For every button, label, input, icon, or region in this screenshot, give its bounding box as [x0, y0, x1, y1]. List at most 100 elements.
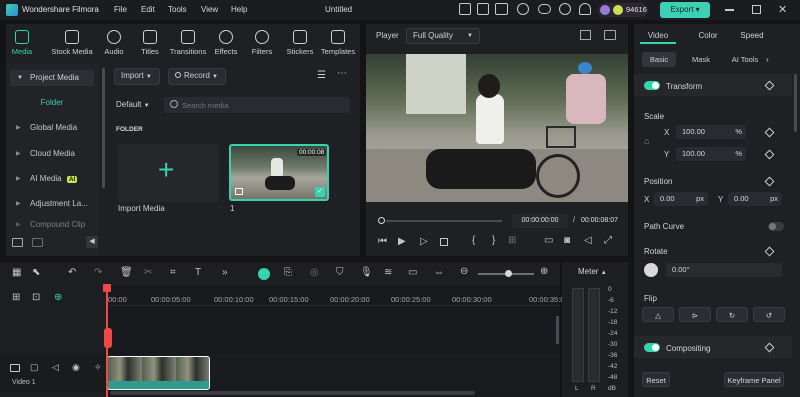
split-icon[interactable]: ✂: [144, 267, 152, 278]
folder-icon[interactable]: [32, 238, 43, 247]
minimize-icon[interactable]: [725, 9, 734, 11]
sidebar-item-project-media[interactable]: ▼ Project Media: [10, 70, 94, 86]
meter-dropdown[interactable]: Meter ▲: [578, 267, 607, 276]
ai-cut-icon[interactable]: [258, 268, 270, 280]
playhead-knob[interactable]: [378, 217, 385, 224]
delete-icon[interactable]: 🗑: [120, 267, 133, 278]
compositing-toggle[interactable]: [644, 343, 660, 352]
audio-mix-icon[interactable]: ≋: [384, 267, 392, 278]
keyframe-diamond-icon[interactable]: [764, 176, 775, 187]
scale-x-field[interactable]: 100.00%: [676, 125, 746, 139]
video-preview[interactable]: [366, 54, 628, 202]
tool-effects[interactable]: Effects: [208, 30, 244, 56]
menu-edit[interactable]: Edit: [141, 5, 155, 14]
export-button[interactable]: Export ▾: [660, 2, 710, 18]
track-magic-icon[interactable]: ✧: [94, 362, 102, 373]
tab-video[interactable]: Video: [640, 28, 676, 44]
filter-icon[interactable]: ☰: [317, 70, 326, 81]
text-icon[interactable]: T: [195, 267, 201, 278]
previous-frame-icon[interactable]: ⏮: [378, 236, 387, 247]
tool-stickers[interactable]: Stickers: [282, 30, 318, 56]
subtitle-icon[interactable]: ▭: [408, 267, 417, 278]
chevron-right-icon[interactable]: ›: [766, 55, 769, 64]
tool-titles[interactable]: Titles: [132, 30, 168, 56]
zoom-slider-handle[interactable]: [505, 270, 513, 277]
tool-filters[interactable]: Filters: [244, 30, 280, 56]
tab-speed[interactable]: Speed: [734, 28, 770, 44]
timeline-vertical-scrollbar[interactable]: [556, 316, 559, 344]
pip-icon[interactable]: ⊞: [508, 235, 516, 246]
crop-icon[interactable]: ⌗: [170, 267, 176, 278]
tool-templates[interactable]: Templates: [318, 30, 358, 56]
import-media-tile[interactable]: +: [118, 144, 219, 202]
close-icon[interactable]: ✕: [778, 3, 787, 16]
rotate-ccw-button[interactable]: ↺: [753, 307, 785, 322]
grid-view-icon[interactable]: [580, 30, 591, 40]
playhead-top-marker[interactable]: [103, 284, 111, 292]
sort-dropdown[interactable]: Default ▼: [116, 98, 160, 113]
speed-icon[interactable]: ◎: [310, 267, 319, 278]
sidebar-item-compound-clip[interactable]: ▶ Compound Clip: [6, 219, 98, 231]
player-progress-track[interactable]: [386, 220, 502, 222]
track-folder-icon[interactable]: ▢: [30, 362, 39, 373]
path-curve-toggle[interactable]: [768, 222, 784, 231]
subtab-mask[interactable]: Mask: [684, 52, 718, 67]
timeline-horizontal-scrollbar[interactable]: [110, 391, 475, 395]
track-eye-icon[interactable]: ◉: [72, 362, 80, 373]
new-folder-icon[interactable]: [12, 238, 23, 247]
maximize-icon[interactable]: [752, 5, 761, 14]
quality-dropdown[interactable]: Full Quality ▼: [406, 28, 480, 44]
menu-file[interactable]: File: [114, 5, 127, 14]
subtab-ai-tools[interactable]: AI Tools: [726, 52, 764, 67]
snapshot-icon[interactable]: ◙: [564, 235, 570, 246]
play-reverse-icon[interactable]: ▶: [398, 236, 406, 247]
tab-color[interactable]: Color: [690, 28, 726, 44]
auto-ripple-icon[interactable]: ⊕: [54, 292, 62, 303]
playhead-handle[interactable]: [104, 328, 112, 348]
zoom-in-icon[interactable]: ⊕: [540, 266, 548, 277]
transform-toggle[interactable]: [644, 81, 660, 90]
tool-stock-media[interactable]: Stock Media: [50, 30, 94, 56]
fullscreen-icon[interactable]: ⤢: [604, 235, 612, 246]
layout-grid-icon[interactable]: ▦: [12, 267, 21, 278]
inspector-scrollbar[interactable]: [794, 74, 797, 132]
subtab-basic[interactable]: Basic: [642, 52, 676, 67]
gift-icon[interactable]: [477, 3, 489, 15]
tool-audio[interactable]: Audio: [96, 30, 132, 56]
media-clip-thumbnail[interactable]: 00:00:08 ✓: [229, 144, 329, 201]
layout-icon[interactable]: [495, 3, 508, 15]
reset-button[interactable]: Reset: [642, 372, 670, 387]
notification-icon[interactable]: [579, 3, 591, 15]
redo-icon[interactable]: ↷: [94, 267, 102, 278]
select-tool-icon[interactable]: ⬉: [32, 267, 40, 278]
menu-view[interactable]: View: [201, 5, 218, 14]
add-track-icon[interactable]: ⊞: [12, 292, 20, 303]
upload-icon[interactable]: [459, 3, 471, 15]
position-x-field[interactable]: 0.00 px: [654, 192, 708, 206]
render-icon[interactable]: ⎘: [284, 267, 292, 278]
marker-icon[interactable]: ⛉: [336, 267, 344, 278]
cloud-icon[interactable]: [538, 4, 551, 14]
volume-icon[interactable]: ◁: [584, 235, 592, 246]
lock-ratio-icon[interactable]: ⌂: [644, 136, 649, 146]
more-tools-icon[interactable]: »: [222, 267, 228, 278]
sidebar-item-folder[interactable]: Folder: [10, 95, 94, 111]
menu-help[interactable]: Help: [231, 5, 247, 14]
flip-vertical-button[interactable]: △: [642, 307, 674, 322]
mark-in-icon[interactable]: {: [472, 235, 475, 246]
menu-tools[interactable]: Tools: [168, 5, 187, 14]
keyframe-diamond-icon[interactable]: [764, 149, 775, 160]
sidebar-item-adjustment-layer[interactable]: ▶ Adjustment La...: [6, 193, 98, 215]
sidebar-item-cloud-media[interactable]: ▶ Cloud Media: [6, 143, 98, 165]
play-icon[interactable]: ▷: [420, 236, 428, 247]
zoom-out-icon[interactable]: ⊖: [460, 266, 468, 277]
rotate-dial[interactable]: [644, 263, 658, 277]
track-audio-icon[interactable]: ◁: [52, 362, 59, 373]
flip-horizontal-button[interactable]: ⊳: [679, 307, 711, 322]
scale-y-field[interactable]: 100.00%: [676, 147, 746, 161]
sidebar-scrollbar[interactable]: [102, 68, 105, 188]
position-y-field[interactable]: 0.00 px: [728, 192, 782, 206]
rotate-field[interactable]: 0.00°: [666, 263, 782, 277]
sidebar-item-global-media[interactable]: ▶ Global Media: [6, 117, 98, 139]
credits-badge[interactable]: 94616: [598, 3, 648, 17]
